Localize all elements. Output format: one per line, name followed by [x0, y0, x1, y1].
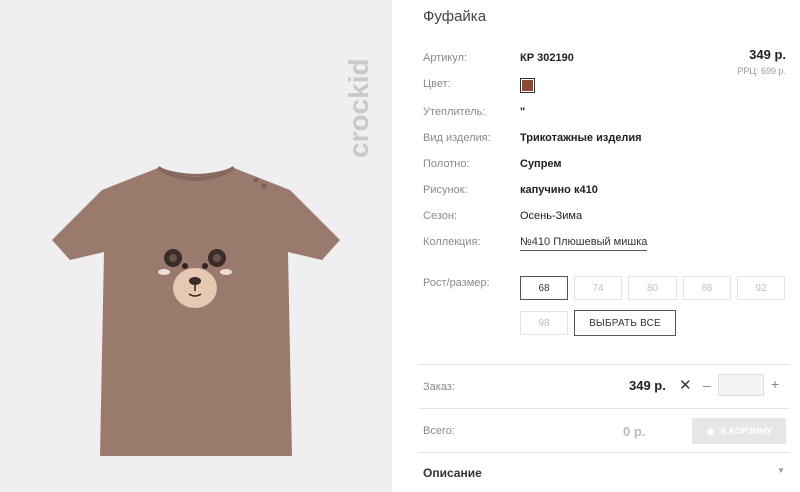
fabric-label: Полотно: [423, 158, 470, 170]
increase-quantity-button[interactable]: + [771, 376, 779, 392]
chevron-down-icon[interactable]: ▼ [777, 466, 785, 475]
divider [418, 364, 790, 365]
product-price: 349 р. [749, 47, 786, 62]
product-title: Фуфайка [423, 8, 487, 25]
insulation-value: " [520, 106, 526, 118]
quantity-input[interactable] [718, 374, 764, 396]
fabric-value: Супрем [520, 158, 562, 170]
color-label: Цвет: [423, 78, 451, 90]
size-option-92[interactable]: 92 [737, 276, 785, 300]
divider [418, 452, 790, 453]
collection-label: Коллекция: [423, 236, 481, 248]
insulation-label: Утеплитель: [423, 106, 486, 118]
order-label: Заказ: [423, 381, 455, 393]
size-label: Рост/размер: [423, 277, 490, 289]
tshirt-image [52, 166, 340, 456]
decrease-quantity-button[interactable]: – [703, 377, 711, 393]
article-value: КР 302190 [520, 52, 574, 64]
recommended-retail-price: РРЦ: 699 р. [737, 66, 786, 76]
season-value: Осень-Зима [520, 210, 583, 222]
divider [418, 408, 790, 409]
article-label: Артикул: [423, 52, 468, 64]
brand-logo: crockid [344, 58, 374, 158]
product-type-label: Вид изделия: [423, 132, 491, 144]
order-price: 349 р. [629, 378, 666, 393]
print-value: капучино к410 [520, 184, 598, 196]
add-to-cart-button[interactable]: В КОРЗИНУ [692, 418, 786, 444]
season-label: Сезон: [423, 210, 457, 222]
total-value: 0 р. [623, 424, 646, 439]
color-swatch[interactable] [520, 78, 535, 93]
product-photo[interactable]: crockid [0, 0, 392, 492]
total-label: Всего: [423, 425, 455, 437]
print-label: Рисунок: [423, 184, 468, 196]
add-to-cart-label: В КОРЗИНУ [720, 426, 772, 436]
select-all-sizes-button[interactable]: ВЫБРАТЬ ВСЕ [574, 310, 676, 336]
size-option-98[interactable]: 98 [520, 311, 568, 335]
product-type-value: Трикотажные изделия [520, 132, 642, 144]
size-option-80[interactable]: 80 [628, 276, 677, 300]
basket-icon [707, 426, 715, 435]
size-option-86[interactable]: 86 [683, 276, 731, 300]
size-option-74[interactable]: 74 [574, 276, 622, 300]
brand-logo-text: crockid [344, 58, 374, 158]
size-option-68[interactable]: 68 [520, 276, 568, 300]
collection-link[interactable]: №410 Плюшевый мишка [520, 236, 648, 251]
multiply-icon: ✕ [679, 377, 692, 394]
description-toggle[interactable]: Описание [423, 466, 482, 480]
